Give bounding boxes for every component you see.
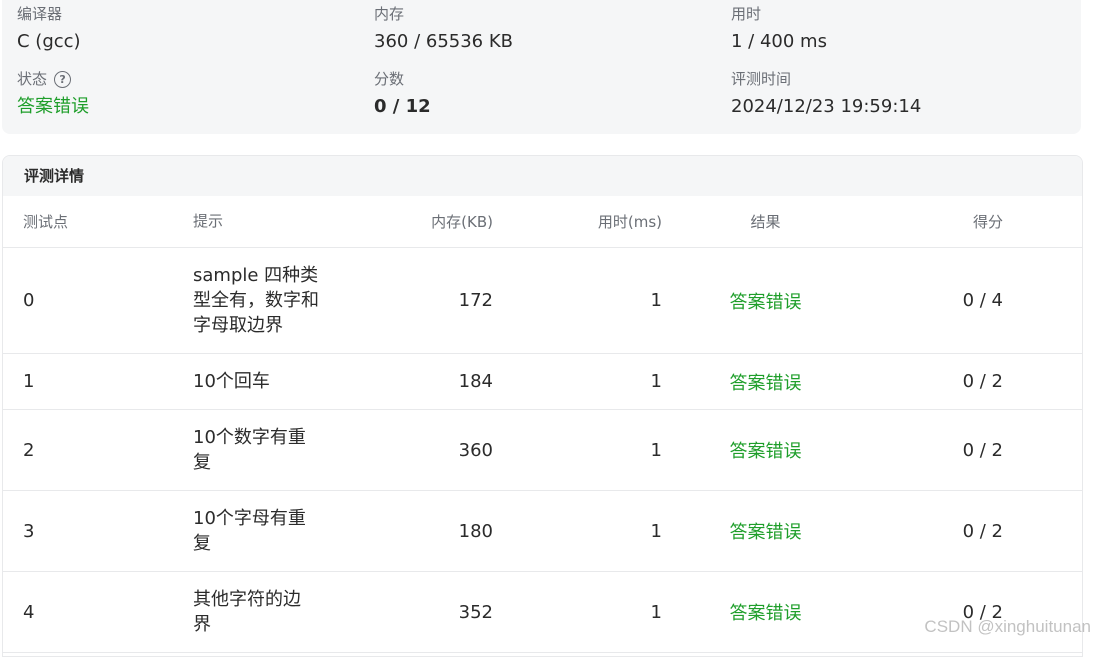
table-row: 4 其他字符的边界 352 1 答案错误 0 / 2 bbox=[3, 572, 1082, 653]
compiler-field: 编译器 C (gcc) bbox=[17, 4, 81, 55]
col-header-time: 用时(ms) bbox=[503, 196, 662, 247]
status-label: 状态 bbox=[17, 69, 47, 89]
row-id: 2 bbox=[23, 410, 173, 490]
status-value: 答案错误 bbox=[17, 94, 89, 120]
score-value: 0 / 12 bbox=[374, 94, 431, 120]
memory-label: 内存 bbox=[374, 4, 513, 24]
row-time: 1 bbox=[503, 491, 662, 571]
row-score: 0 / 2 bbox=[883, 491, 1003, 571]
table-row: 0 sample 四种类型全有，数字和字母取边界 172 1 答案错误 0 / … bbox=[3, 248, 1082, 354]
col-header-score: 得分 bbox=[883, 196, 1003, 247]
row-time: 1 bbox=[503, 248, 662, 353]
compiler-label: 编译器 bbox=[17, 4, 81, 24]
row-memory: 184 bbox=[333, 354, 493, 409]
time-label: 用时 bbox=[731, 4, 827, 24]
row-hint: 10个回车 bbox=[193, 369, 321, 394]
col-header-result: 结果 bbox=[683, 196, 848, 247]
row-time: 1 bbox=[503, 354, 662, 409]
score-field: 分数 0 / 12 bbox=[374, 69, 431, 120]
time-field: 用时 1 / 400 ms bbox=[731, 4, 827, 55]
score-label: 分数 bbox=[374, 69, 431, 89]
col-header-id: 测试点 bbox=[23, 196, 173, 247]
row-score: 0 / 4 bbox=[883, 248, 1003, 353]
memory-field: 内存 360 / 65536 KB bbox=[374, 4, 513, 55]
row-result: 答案错误 bbox=[683, 410, 848, 490]
row-hint: sample 四种类型全有，数字和字母取边界 bbox=[193, 263, 321, 338]
row-id: 4 bbox=[23, 572, 173, 652]
compiler-value: C (gcc) bbox=[17, 29, 81, 55]
row-hint: 10个数字有重复 bbox=[193, 425, 311, 475]
row-score: 0 / 2 bbox=[883, 354, 1003, 409]
row-id: 0 bbox=[23, 248, 173, 353]
row-memory: 180 bbox=[333, 491, 493, 571]
judge-time-field: 评测时间 2024/12/23 19:59:14 bbox=[731, 69, 921, 120]
time-value: 1 / 400 ms bbox=[731, 29, 827, 55]
col-header-memory: 内存(KB) bbox=[333, 196, 493, 247]
question-circle-icon[interactable]: ? bbox=[54, 71, 71, 88]
row-memory: 172 bbox=[333, 248, 493, 353]
row-memory: 360 bbox=[333, 410, 493, 490]
col-header-hint: 提示 bbox=[193, 196, 333, 247]
submission-summary: 编译器 C (gcc) 内存 360 / 65536 KB 用时 1 / 400… bbox=[2, 0, 1081, 134]
row-hint: 其他字符的边界 bbox=[193, 587, 311, 637]
table-row: 2 10个数字有重复 360 1 答案错误 0 / 2 bbox=[3, 410, 1082, 491]
judge-details-title: 评测详情 bbox=[3, 156, 1082, 196]
row-score: 0 / 2 bbox=[883, 572, 1003, 652]
row-result: 答案错误 bbox=[683, 572, 848, 652]
row-score: 0 / 2 bbox=[883, 410, 1003, 490]
row-result: 答案错误 bbox=[683, 491, 848, 571]
row-memory: 352 bbox=[333, 572, 493, 652]
judge-details-panel: 评测详情 测试点 提示 内存(KB) 用时(ms) 结果 得分 0 sample… bbox=[2, 155, 1083, 657]
judge-time-value: 2024/12/23 19:59:14 bbox=[731, 94, 921, 120]
row-time: 1 bbox=[503, 410, 662, 490]
row-result: 答案错误 bbox=[683, 248, 848, 353]
watermark: CSDN @xinghuitunan bbox=[924, 617, 1091, 637]
row-hint: 10个字母有重复 bbox=[193, 506, 311, 556]
row-id: 3 bbox=[23, 491, 173, 571]
table-row: 1 10个回车 184 1 答案错误 0 / 2 bbox=[3, 354, 1082, 410]
status-field: 状态 ? 答案错误 bbox=[17, 69, 89, 120]
table-row: 3 10个字母有重复 180 1 答案错误 0 / 2 bbox=[3, 491, 1082, 572]
row-id: 1 bbox=[23, 354, 173, 409]
judge-time-label: 评测时间 bbox=[731, 69, 921, 89]
memory-value: 360 / 65536 KB bbox=[374, 29, 513, 55]
row-result: 答案错误 bbox=[683, 354, 848, 409]
row-time: 1 bbox=[503, 572, 662, 652]
table-header: 测试点 提示 内存(KB) 用时(ms) 结果 得分 bbox=[3, 196, 1082, 248]
